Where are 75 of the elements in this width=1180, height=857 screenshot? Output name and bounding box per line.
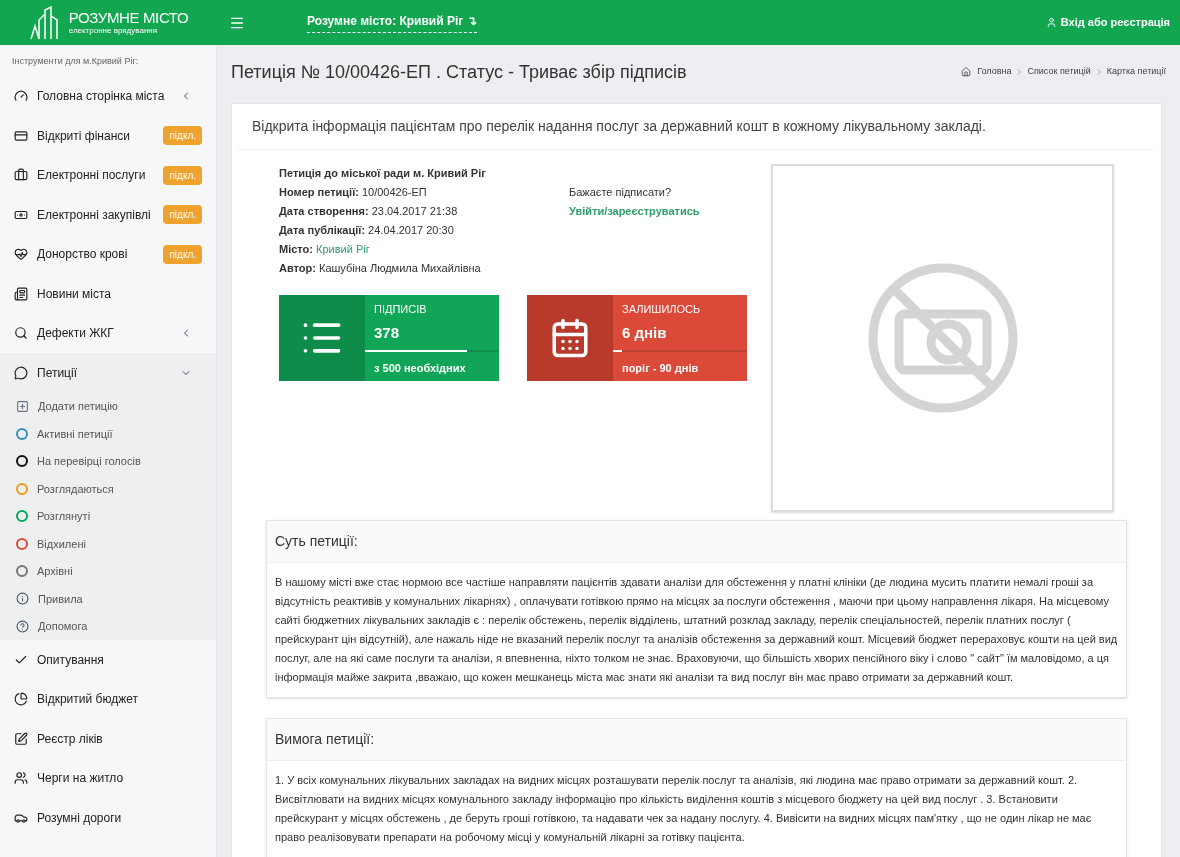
sidebar-item[interactable]: Донорство крові підкл. [0,234,216,274]
petition-addressee: Петиція до міської ради м. Кривий Ріг [279,166,487,181]
chevron-right-icon [1017,69,1022,75]
stat-value: 6 днів [621,322,668,343]
breadcrumb-link[interactable]: Картка петиції [1106,65,1166,79]
breadcrumb-link[interactable]: Список петицій [1027,65,1091,79]
badge: підкл. [163,244,202,264]
user-icon [1045,17,1057,28]
menu-item-icon [14,771,28,786]
sidebar-item[interactable]: Головна сторінка міста [0,76,216,116]
field-label: Дата створення: [279,205,369,217]
petition-heading: Відкрита інформація пацієнтам про перелік надання послуг за державний кошт в кожному лікувальному закладі. [238,104,1155,150]
menu-item-icon [14,365,28,380]
no-photo-icon [866,262,1019,414]
sidebar-item[interactable]: Черги на житло [0,758,216,798]
submenu-item[interactable]: Розглядаються [0,475,216,503]
menu-item-icon [14,168,28,183]
submenu-item[interactable]: На перевірці голосів [0,447,216,475]
menu-item-icon [14,692,28,707]
home-icon [961,67,972,77]
page-title: Петиція № 10/00426-ЕП . Статус - Триває збір підписів [231,60,687,84]
calendar-icon [549,317,591,359]
city-link[interactable]: Кривий Ріг [316,243,370,255]
section-text: 1. У всіх комунальних лікувальних закладах на видних місцях розташувати перелік послуг та аналізів, які людина має право отримати за державний кошт. 2. Висвітлювати на видних місцях комунального закладу інформацію про кількість виділення коштів з місцевого бюджету на цей вид послуг . 3. Встановити прейскурант у місцях обстежень , де беруть гроші готівкою, та надавати чек за надану послугу. 4. Вивісити на видних місцях пам'ятку , що не один лікар не має право реалізовувати препарати на робочому місці у комунальній лікарні за готівку пацієнта. [274,773,1093,845]
info-icon [16,592,29,606]
menu-item-icon [14,247,28,262]
sign-prompt: Бажаєте підписати? [569,185,673,200]
badge: підкл. [163,165,202,185]
sidebar-item[interactable]: Новини міста [0,274,216,314]
stat-note: поріг - 90 днів [621,361,700,376]
stat-title: ПІДПИСІВ [373,302,428,317]
stat-title: ЗАЛИШИЛОСЬ [621,302,702,317]
section-title: Суть петиції: [267,521,1126,563]
menu-item-icon [14,286,28,301]
submenu-item[interactable]: Допомога [0,612,216,640]
sidebar-item[interactable]: Розумні дороги [0,798,216,838]
field-label: Автор: [279,262,316,274]
sidebar-item[interactable]: Відкритий бюджет [0,679,216,719]
submenu-item[interactable]: Розглянуті [0,502,216,530]
sidebar-item[interactable]: Електронні послуги підкл. [0,155,216,195]
menu-item-icon [14,731,28,746]
stat-note: з 500 необхідних [373,361,467,376]
menu-item-icon [14,128,28,143]
submenu-item[interactable]: Архівні [0,557,216,585]
section-text: В нашому місті вже стає нормою все частіше направляти пацієнтів здавати аналізи для обстеження у платні клініки (де людина мусить платити немалі гроші за відсутність реактивів у комунальних лікарнях) , оплачувати готівкою прямо на місцях за послуги обстеження , маючи при цьому направлення лікаря. На місцевому сайті бюджетних лікувальних закладів є : перелік обстежень, перелік відділень, штатний розклад закладу, перелік спеціальностей, перелік платних послуг ( прейскурант цін відсутній), але нажаль ніде не вказаний перелік послуг та аналізів обстеження за державний кошт. Місцевий бюджет перераховує кошти на цей вид послуг, але на які саме послуги та аналізи, я впевненна, ніхто толком не знає. Враховуючи, що більшість хворих пенсійного віку і слово " сайт" їм маловідомо, а ця інформація майже закрита ,вважаю, що кожен мешканець міста має знати які аналізи та вид послуг він має право отримати за державний кошт. [274,575,1119,685]
submenu-item[interactable]: Відхилені [0,530,216,558]
submenu-item[interactable]: Активні петиції [0,420,216,448]
field-value: Кашубіна Людмила Михайлівна [318,262,481,274]
sidebar-item[interactable]: Дефекти ЖКГ [0,313,216,353]
badge: підкл. [163,205,202,225]
sidebar-item[interactable]: Опитування [0,640,216,680]
field-label: Місто: [279,243,313,255]
chevron-right-icon [1096,69,1101,75]
logo-title: РОЗУМНЕ МІСТО [68,10,189,25]
menu-item-icon [14,326,28,341]
sidebar-item[interactable]: Відкриті фінанси підкл. [0,116,216,156]
submenu-item[interactable]: Додати петицію [0,392,216,420]
sidebar-item[interactable]: Петиції [0,353,216,393]
sidebar-caption: Інструменти для м.Кривий Ріг: [11,55,140,68]
menu-item-icon [14,89,28,104]
submenu-item[interactable]: Привила [0,585,216,613]
sidebar-item[interactable]: Реєстр ліків [0,719,216,759]
field-value: 23.04.2017 21:38 [371,205,458,217]
section-title: Вимога петиції: [267,719,1126,761]
field-label: Дата публікації: [279,224,366,236]
logo-subtitle: електронне врядування [68,27,159,35]
sidebar-item[interactable]: Електронні закупівлі підкл. [0,195,216,235]
field-value: 10/00426-ЕП [361,186,427,198]
field-value: 24.04.2017 20:30 [368,224,454,236]
badge: підкл. [163,126,202,146]
stat-value: 378 [373,322,401,343]
field-label: Номер петиції: [279,186,359,198]
add-icon [16,399,29,413]
breadcrumb-link[interactable]: Головна [977,65,1012,79]
help-icon [16,619,29,633]
